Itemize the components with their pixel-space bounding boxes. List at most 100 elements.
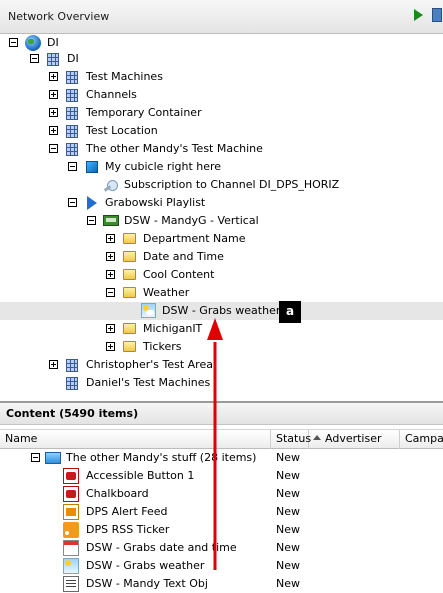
content-name: Accessible Button 1 [86, 469, 195, 482]
weather-icon [63, 558, 79, 574]
tree-node-label: Cool Content [143, 268, 215, 281]
subscription-icon [104, 178, 118, 192]
expand-icon[interactable] [49, 72, 58, 81]
globe-icon [25, 35, 41, 51]
grid-icon [66, 107, 78, 120]
tree-node-label: Test Location [86, 124, 158, 137]
content-group-row[interactable]: The other Mandy's stuff (28 items) New [0, 449, 443, 467]
folder-icon [123, 341, 136, 352]
playlist-icon [87, 196, 97, 210]
content-name: Chalkboard [86, 487, 149, 500]
content-row[interactable]: DSW - Mandy Text Obj New [0, 575, 443, 593]
content-group-label: The other Mandy's stuff (28 items) [66, 451, 257, 464]
grid-icon [66, 377, 78, 390]
content-row[interactable]: DSW - Grabs date and time New [0, 539, 443, 557]
tree-node-label: Department Name [143, 232, 246, 245]
tree-node-label: DSW - MandyG - Vertical [124, 214, 259, 227]
content-row[interactable]: DPS Alert Feed New [0, 503, 443, 521]
column-header-row: Name Status Advertiser Campai [0, 429, 443, 449]
folder-icon [123, 251, 136, 262]
content-row[interactable]: Accessible Button 1 New [0, 467, 443, 485]
grid-icon [47, 53, 59, 66]
collapse-icon[interactable] [49, 144, 58, 153]
folder-icon [123, 233, 136, 244]
tree-node-label: MichiganIT [143, 322, 203, 335]
grid-icon [66, 143, 78, 156]
play-icon[interactable] [410, 7, 426, 23]
tree-node-label: Date and Time [143, 250, 224, 263]
expand-icon[interactable] [49, 108, 58, 117]
status-cell: New [276, 577, 300, 590]
tree-node-label: Temporary Container [86, 106, 202, 119]
layout-icon [103, 215, 119, 226]
tree-node-label: DI [67, 52, 79, 65]
tree-node-label: Subscription to Channel DI_DPS_HORIZ [124, 178, 340, 191]
callout-label: a [279, 301, 301, 323]
column-header-status[interactable]: Status [271, 430, 311, 449]
grid-icon [66, 71, 78, 84]
expand-icon[interactable] [49, 126, 58, 135]
tree-node-label: My cubicle right here [105, 160, 222, 173]
content-panel-header: Content (5490 items) [0, 403, 443, 425]
pdf-icon [63, 486, 79, 502]
expand-icon[interactable] [49, 90, 58, 99]
expand-icon[interactable] [106, 270, 115, 279]
expand-icon[interactable] [106, 252, 115, 261]
status-cell: New [276, 541, 300, 554]
status-cell: New [276, 505, 300, 518]
expand-icon[interactable] [49, 360, 58, 369]
collapse-icon[interactable] [9, 38, 18, 47]
column-header-advertiser[interactable]: Advertiser [320, 430, 400, 449]
content-row[interactable]: Chalkboard New [0, 485, 443, 503]
status-cell: New [276, 487, 300, 500]
status-cell: New [276, 451, 300, 464]
folder-icon [45, 452, 61, 464]
content-name: DPS Alert Feed [86, 505, 168, 518]
player-icon [86, 161, 98, 173]
text-object-icon [63, 576, 79, 592]
folder-icon [123, 323, 136, 334]
folder-icon [123, 269, 136, 280]
content-name: DPS RSS Ticker [86, 523, 170, 536]
expand-icon[interactable] [106, 234, 115, 243]
calendar-icon [63, 540, 79, 556]
collapse-icon[interactable] [68, 198, 77, 207]
content-name: DSW - Grabs weather [86, 559, 205, 572]
schedule-icon[interactable] [432, 8, 442, 22]
content-title: Content (5490 items) [6, 407, 139, 420]
status-cell: New [276, 523, 300, 536]
rss-icon [63, 522, 79, 538]
panel-title: Network Overview [8, 10, 110, 23]
collapse-icon[interactable] [87, 216, 96, 225]
expand-icon[interactable] [106, 324, 115, 333]
content-name: DSW - Mandy Text Obj [86, 577, 208, 590]
tree-node-label: Weather [143, 286, 190, 299]
status-cell: New [276, 469, 300, 482]
tree-node-label: Grabowski Playlist [105, 196, 206, 209]
content-row[interactable]: DPS RSS Ticker New [0, 521, 443, 539]
tree-node-label: Test Machines [86, 70, 163, 83]
collapse-icon[interactable] [31, 453, 40, 462]
grid-icon [66, 89, 78, 102]
tree-node-label: DSW - Grabs weather [162, 304, 281, 317]
content-row[interactable]: DSW - Grabs weather New [0, 557, 443, 575]
network-overview-header: Network Overview [0, 0, 443, 34]
weather-icon [141, 303, 156, 318]
column-header-campaign[interactable]: Campai [400, 430, 443, 449]
content-panel: Content (5490 items) Name Status Adverti… [0, 401, 443, 592]
grid-icon [66, 125, 78, 138]
pdf-icon [63, 468, 79, 484]
grid-icon [66, 359, 78, 372]
column-header-name[interactable]: Name [0, 430, 271, 449]
folder-icon [123, 287, 136, 298]
network-tree[interactable]: DI DI Test Machines Channels Temporary C… [0, 34, 443, 401]
tree-node-label: Daniel's Test Machines [86, 376, 211, 389]
tree-node-label: Christopher's Test Area [86, 358, 213, 371]
tree-node-label: Channels [86, 88, 137, 101]
collapse-icon[interactable] [30, 54, 39, 63]
tree-node-label: Tickers [143, 340, 182, 353]
collapse-icon[interactable] [68, 162, 77, 171]
collapse-icon[interactable] [106, 288, 115, 297]
expand-icon[interactable] [106, 342, 115, 351]
content-name: DSW - Grabs date and time [86, 541, 237, 554]
